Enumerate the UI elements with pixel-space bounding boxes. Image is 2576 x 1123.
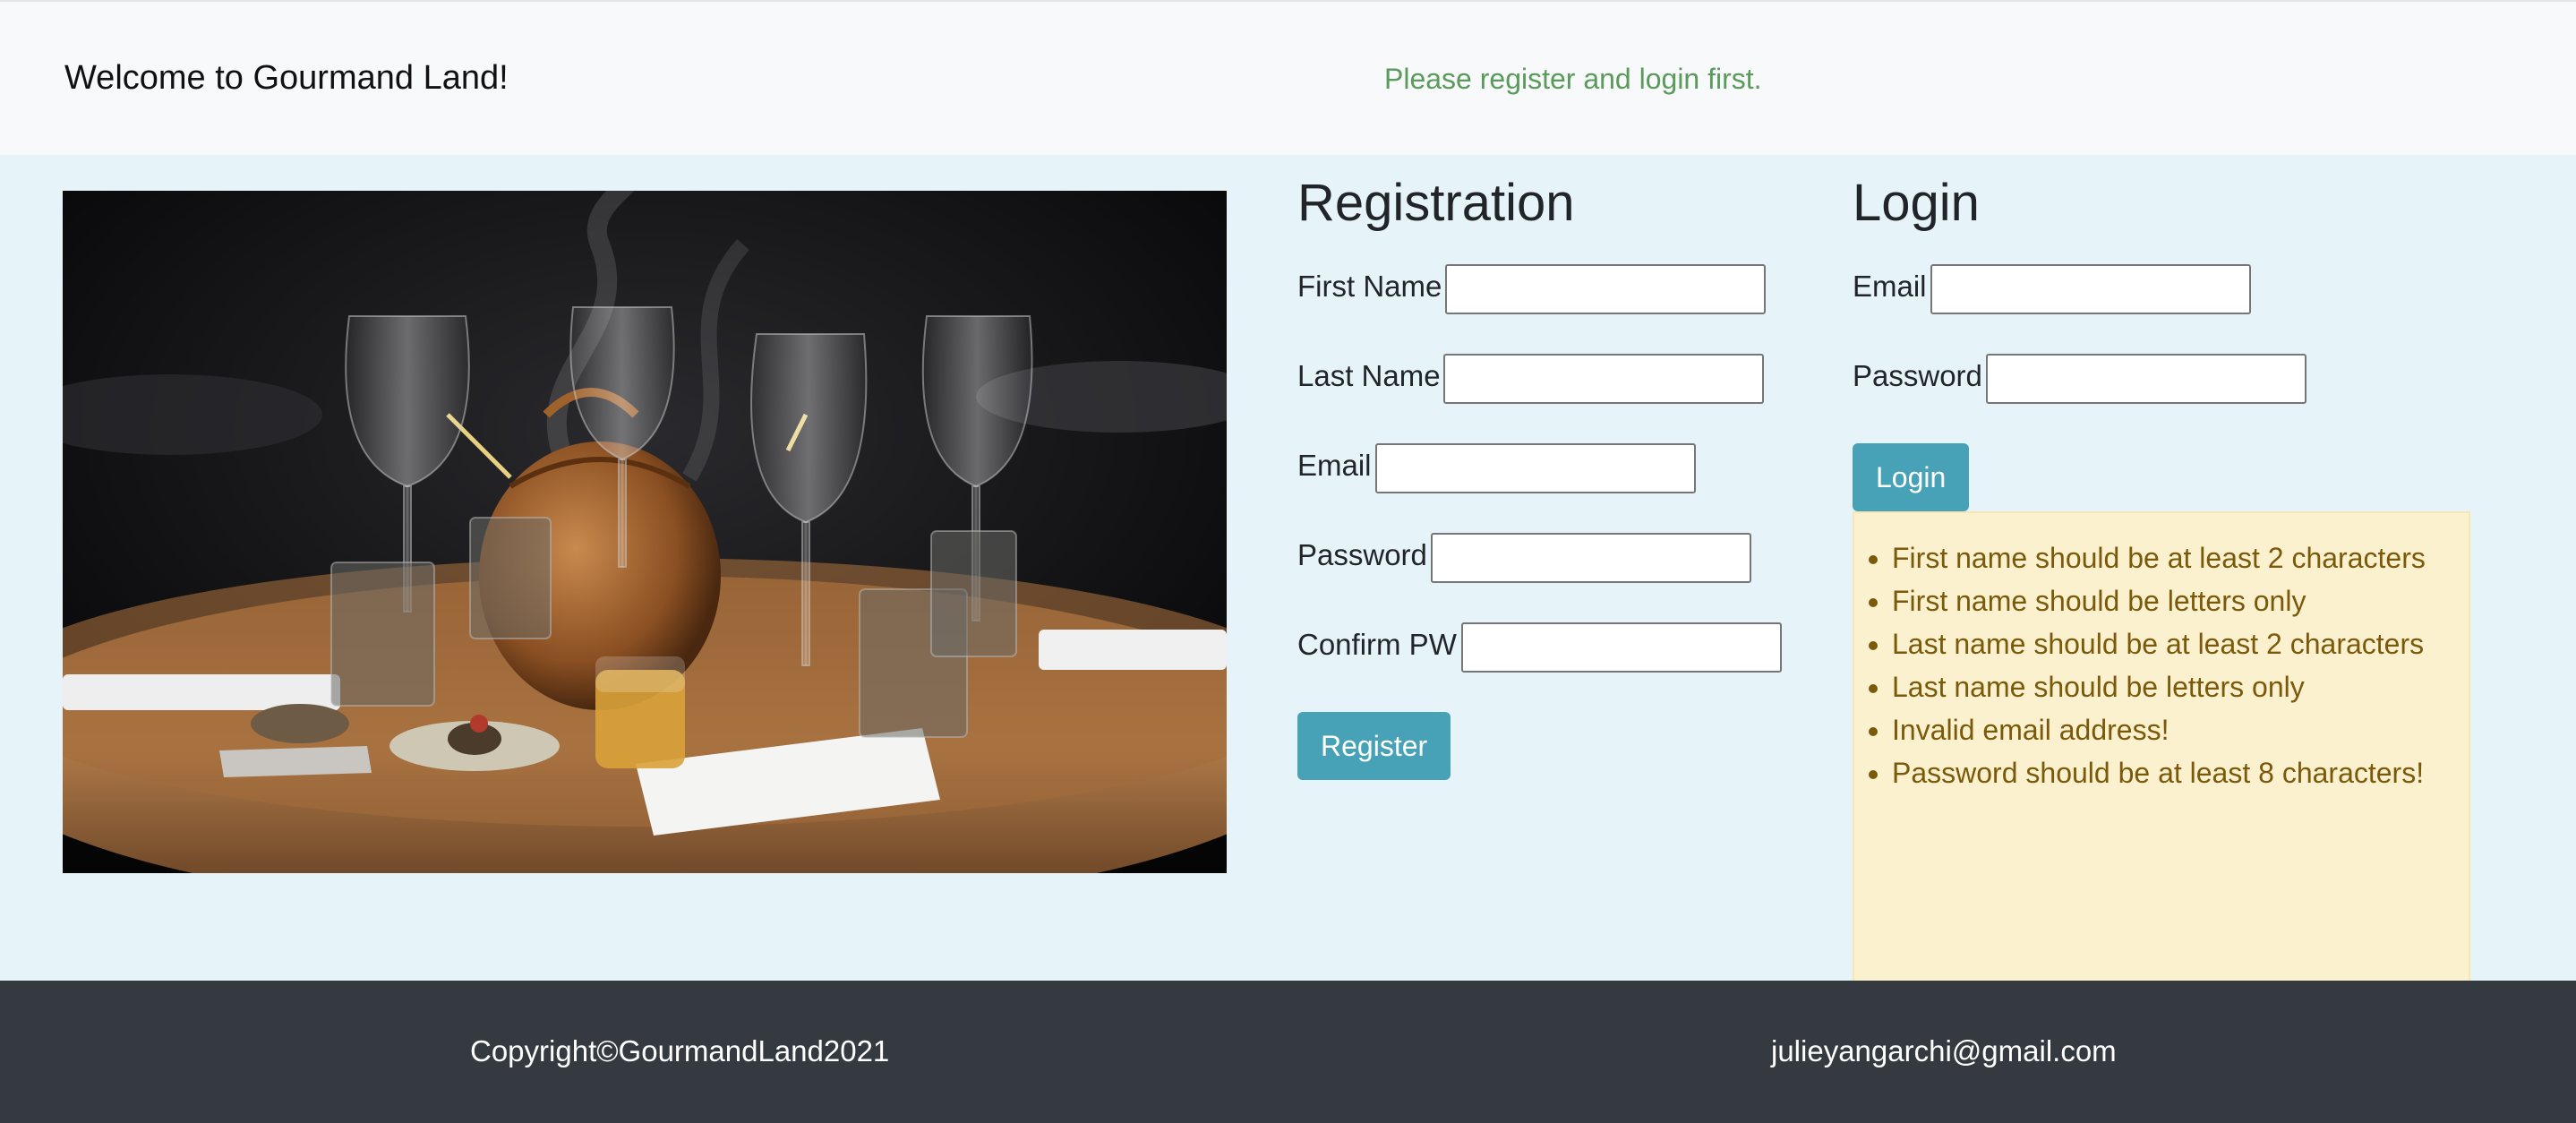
- confirm-password-label: Confirm PW: [1297, 628, 1457, 661]
- error-list: First name should be at least 2 characte…: [1854, 536, 2469, 794]
- restaurant-table-photo: [63, 191, 1227, 873]
- confirm-password-input[interactable]: [1461, 622, 1782, 673]
- register-email-input[interactable]: [1375, 443, 1696, 493]
- login-button[interactable]: Login: [1853, 443, 1970, 511]
- register-button[interactable]: Register: [1297, 712, 1451, 780]
- footer-copyright: Copyright©GourmandLand2021: [470, 1034, 890, 1067]
- error-item: Invalid email address!: [1892, 708, 2469, 751]
- login-title: Login: [1853, 174, 1980, 232]
- error-item: First name should be letters only: [1892, 579, 2469, 622]
- top-navbar: Welcome to Gourmand Land! Please registe…: [0, 0, 2576, 155]
- footer-email: julieyangarchi@gmail.com: [1771, 1034, 2117, 1067]
- error-item: Password should be at least 8 characters…: [1892, 751, 2469, 794]
- login-notice: Please register and login first.: [1384, 63, 1762, 95]
- error-item: Last name should be at least 2 character…: [1892, 622, 2469, 665]
- error-item: Last name should be letters only: [1892, 665, 2469, 708]
- first-name-label: First Name: [1297, 270, 1442, 303]
- login-password-label: Password: [1853, 359, 1982, 392]
- login-email-input[interactable]: [1930, 264, 2251, 314]
- register-password-label: Password: [1297, 538, 1427, 571]
- last-name-label: Last Name: [1297, 359, 1441, 392]
- login-password-input[interactable]: [1986, 354, 2306, 404]
- footer: Copyright©GourmandLand2021 julieyangarch…: [0, 981, 2576, 1123]
- first-name-input[interactable]: [1445, 264, 1766, 314]
- main-content: Registration First Name Last Name Email …: [0, 155, 2576, 999]
- register-password-input[interactable]: [1431, 533, 1751, 583]
- validation-errors-alert: First name should be at least 2 characte…: [1853, 511, 2470, 999]
- last-name-input[interactable]: [1443, 354, 1764, 404]
- error-item: First name should be at least 2 characte…: [1892, 536, 2469, 579]
- registration-title: Registration: [1297, 174, 1575, 232]
- register-email-label: Email: [1297, 449, 1372, 482]
- login-email-label: Email: [1853, 270, 1927, 303]
- site-title: Welcome to Gourmand Land!: [64, 59, 509, 97]
